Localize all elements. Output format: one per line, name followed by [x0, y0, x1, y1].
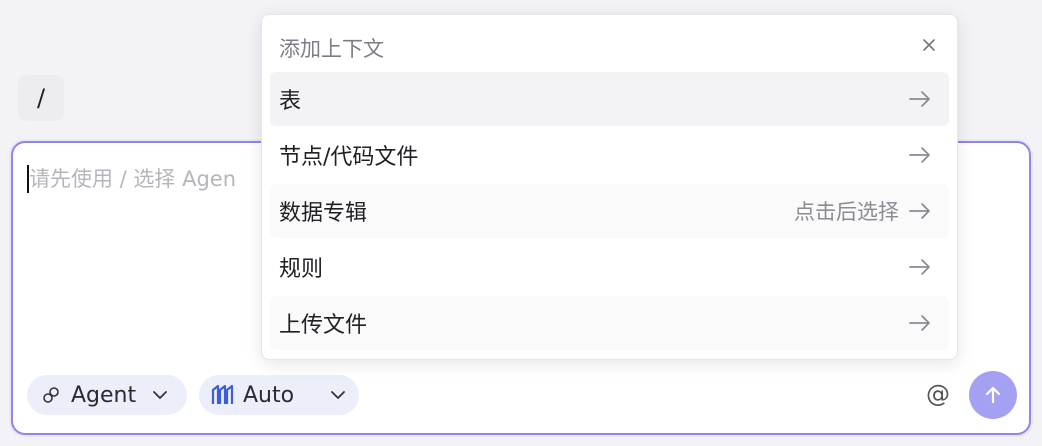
agent-selector[interactable]: Agent — [27, 375, 187, 415]
menu-item-table[interactable]: 表 — [270, 72, 949, 126]
slash-command-chip[interactable]: / — [18, 75, 64, 121]
menu-item-rules[interactable]: 规则 — [270, 240, 949, 294]
at-icon: @ — [926, 380, 950, 408]
menu-item-upload-file[interactable]: 上传文件 — [270, 296, 949, 350]
model-label: Auto — [243, 382, 295, 408]
menu-title: 添加上下文 — [279, 37, 384, 61]
agent-label: Agent — [71, 382, 137, 408]
menu-item-label: 上传文件 — [279, 313, 368, 338]
arrow-right-icon — [907, 89, 933, 109]
model-selector[interactable]: Auto — [199, 375, 359, 415]
arrow-right-icon — [907, 201, 933, 221]
model-icon — [211, 383, 235, 407]
menu-item-label: 表 — [279, 89, 302, 114]
close-icon[interactable] — [919, 35, 939, 55]
composer-placeholder: 请先使用 / 选择 Agen — [29, 167, 237, 191]
arrow-right-icon — [907, 145, 933, 165]
slash-text: / — [36, 84, 46, 112]
menu-item-node-code-file[interactable]: 节点/代码文件 — [270, 128, 949, 182]
link-icon — [39, 383, 63, 407]
arrow-right-icon — [907, 313, 933, 333]
chevron-down-icon — [150, 385, 170, 405]
chevron-down-icon — [328, 385, 348, 405]
menu-item-label: 规则 — [279, 257, 324, 282]
menu-item-label: 节点/代码文件 — [279, 145, 419, 170]
send-button[interactable] — [969, 371, 1017, 419]
add-context-menu: 添加上下文 表 节点/代码文件 数据专辑 点击后选择 规则 上传文件 — [261, 14, 958, 360]
menu-item-label: 数据专辑 — [279, 201, 368, 226]
arrow-right-icon — [907, 257, 933, 277]
arrow-up-icon — [985, 386, 1001, 404]
menu-item-hint: 点击后选择 — [794, 200, 899, 224]
mention-button[interactable]: @ — [923, 379, 953, 409]
menu-item-data-album[interactable]: 数据专辑 点击后选择 — [270, 184, 949, 238]
